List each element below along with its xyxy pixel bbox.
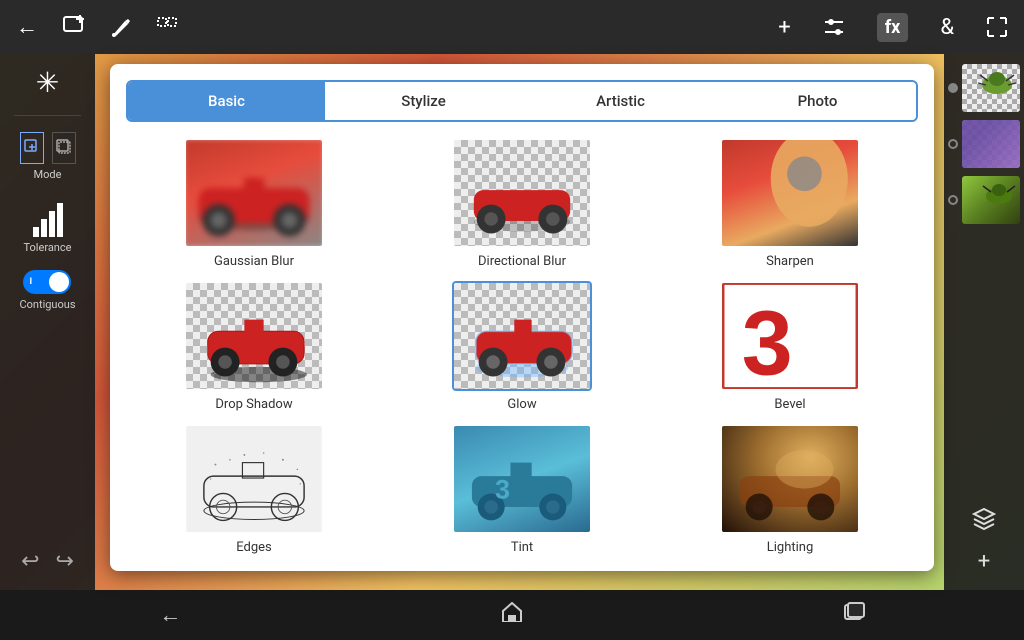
effect-thumb-tint: 3 — [452, 424, 592, 534]
thumb-img-tint: 3 — [454, 426, 590, 532]
layer-item-2[interactable] — [948, 120, 1020, 168]
bar-2 — [41, 219, 47, 237]
mode-add-icon[interactable] — [20, 132, 44, 164]
add-layer-button[interactable] — [62, 15, 86, 39]
contiguous-label: Contiguous — [19, 298, 75, 311]
layer-dot-2 — [948, 139, 958, 149]
toggle-on-text: I — [29, 277, 32, 287]
thumb-img-bevel: 3 — [722, 283, 858, 389]
effect-thumb-directional-blur — [452, 138, 592, 248]
right-sidebar: + — [944, 54, 1024, 590]
effect-label-glow: Glow — [507, 397, 536, 412]
effect-glow[interactable]: Glow — [394, 281, 650, 412]
add-layer-sidebar-button[interactable]: + — [978, 549, 990, 574]
effect-label-drop-shadow: Drop Shadow — [215, 397, 292, 412]
effect-thumb-bevel: 3 — [720, 281, 860, 391]
effect-thumb-lighting — [720, 424, 860, 534]
selection-button[interactable] — [156, 16, 178, 38]
tab-stylize[interactable]: Stylize — [325, 82, 522, 120]
tab-artistic[interactable]: Artistic — [522, 82, 719, 120]
brush-button[interactable] — [110, 16, 132, 38]
bar-4 — [57, 203, 63, 237]
effects-grid: Gaussian Blur Directional Blur — [126, 138, 918, 555]
back-button[interactable]: ← — [16, 14, 38, 40]
layer-preview-1 — [962, 64, 1020, 112]
wand-tool[interactable]: ✳ — [36, 66, 59, 99]
contiguous-toggle[interactable]: I — [23, 270, 71, 294]
effect-label-sharpen: Sharpen — [766, 254, 814, 269]
effects-tab-bar: Basic Stylize Artistic Photo — [126, 80, 918, 122]
undo-button[interactable]: ↩ — [21, 549, 39, 574]
effect-thumb-drop-shadow — [184, 281, 324, 391]
thumb-img-dropshadow — [186, 283, 322, 389]
effect-bevel[interactable]: 3 Bevel — [662, 281, 918, 412]
top-toolbar: ← + — [0, 0, 1024, 54]
nav-home-button[interactable] — [500, 602, 524, 628]
effect-tint[interactable]: 3 Tint — [394, 424, 650, 555]
toggle-knob — [49, 272, 69, 292]
layer-dot-3 — [948, 195, 958, 205]
add-button[interactable]: + — [778, 15, 790, 40]
left-sidebar: ✳ Mode — [0, 54, 95, 590]
effect-thumb-edges — [184, 424, 324, 534]
contiguous-toggle-section: I Contiguous — [19, 270, 75, 311]
layer-item-1[interactable] — [948, 64, 1020, 112]
effect-label-lighting: Lighting — [767, 540, 814, 555]
bar-3 — [49, 211, 55, 237]
effects-panel: Basic Stylize Artistic Photo — [110, 64, 934, 571]
thumb-img-edges — [186, 426, 322, 532]
effect-thumb-sharpen — [720, 138, 860, 248]
effect-sharpen[interactable]: Sharpen — [662, 138, 918, 269]
sidebar-divider-1 — [14, 115, 81, 116]
mode-label: Mode — [34, 168, 62, 181]
effect-label-edges: Edges — [236, 540, 272, 555]
effect-thumb-gaussian-blur — [184, 138, 324, 248]
adjustments-button[interactable] — [823, 16, 845, 38]
effect-label-gaussian-blur: Gaussian Blur — [214, 254, 294, 269]
mode-subtract-icon[interactable] — [52, 132, 76, 164]
thumb-img-directional — [454, 140, 590, 246]
effect-label-bevel: Bevel — [774, 397, 805, 412]
effect-thumb-glow — [452, 281, 592, 391]
thumb-img-glow — [454, 283, 590, 389]
effect-lighting[interactable]: Lighting — [662, 424, 918, 555]
bottom-nav: ← — [0, 590, 1024, 640]
mode-section: Mode — [20, 132, 76, 181]
effect-label-tint: Tint — [511, 540, 533, 555]
toolbar-left: ← — [16, 14, 178, 40]
effect-gaussian-blur[interactable]: Gaussian Blur — [126, 138, 382, 269]
effect-directional-blur[interactable]: Directional Blur — [394, 138, 650, 269]
fullscreen-button[interactable] — [986, 16, 1008, 38]
thumb-img-gaussian — [184, 138, 324, 248]
tab-photo[interactable]: Photo — [719, 82, 916, 120]
bar-1 — [33, 227, 39, 237]
layers-button[interactable] — [972, 507, 996, 537]
layer-dot-1 — [948, 83, 958, 93]
layer-item-3[interactable] — [948, 176, 1020, 224]
svg-text:3: 3 — [495, 474, 510, 504]
layer-preview-3 — [962, 176, 1020, 224]
redo-button[interactable]: ↪ — [56, 549, 74, 574]
nav-recents-button[interactable] — [843, 602, 865, 628]
tab-basic[interactable]: Basic — [128, 82, 325, 120]
tolerance-bars — [23, 197, 73, 237]
blend-button[interactable]: & — [940, 15, 954, 40]
fx-button[interactable]: fx — [877, 13, 909, 42]
toolbar-center: + fx & — [778, 13, 1008, 42]
tolerance-label: Tolerance — [24, 241, 72, 254]
layer-preview-2 — [962, 120, 1020, 168]
mode-icons — [20, 132, 76, 164]
nav-back-button[interactable]: ← — [159, 602, 181, 628]
tolerance-section: Tolerance — [23, 197, 73, 254]
thumb-img-lighting — [722, 426, 858, 532]
thumb-img-sharpen — [722, 140, 858, 246]
sidebar-bottom-icons: + — [972, 507, 996, 582]
effect-label-directional-blur: Directional Blur — [478, 254, 566, 269]
effect-drop-shadow[interactable]: Drop Shadow — [126, 281, 382, 412]
effect-edges[interactable]: Edges — [126, 424, 382, 555]
